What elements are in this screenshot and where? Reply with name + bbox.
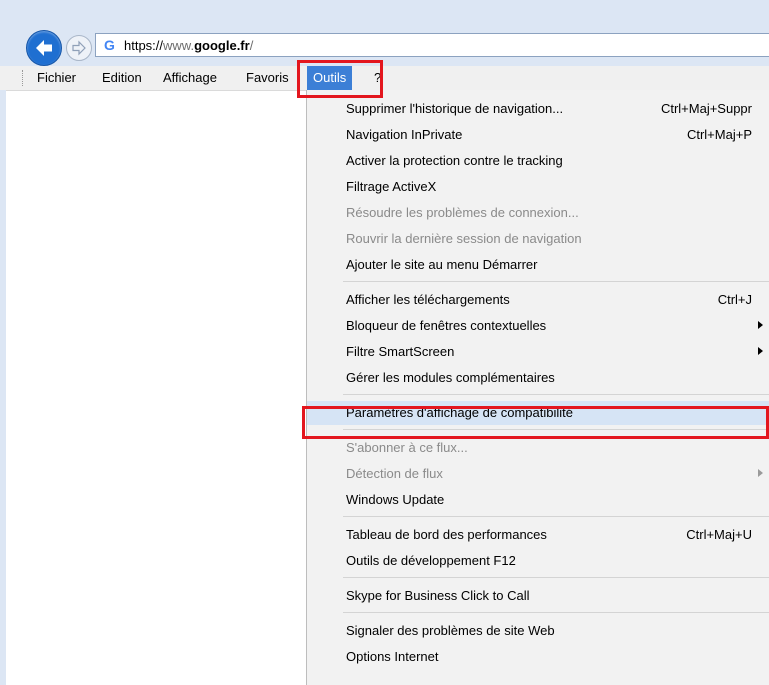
menu-item-label: Filtre SmartScreen [346,344,455,359]
menu-item-label: Filtrage ActiveX [346,179,437,194]
menu-item-shortcut: Ctrl+Maj+P [686,127,752,142]
menu-item: Rouvrir la dernière session de navigatio… [346,227,769,251]
menu-item-shortcut: Ctrl+Maj+Suppr [660,101,752,116]
address-input[interactable]: G https://www.google.fr/ [95,33,769,57]
submenu-arrow-icon [758,347,763,355]
menu-item: Résoudre les problèmes de connexion... [346,201,769,225]
menu-item-label: Signaler des problèmes de site Web [346,623,555,638]
menu-item-label: Skype for Business Click to Call [346,588,530,603]
menu-fichier[interactable]: Fichier [37,66,76,90]
menu-separator [343,394,769,395]
menu-affichage[interactable]: Affichage [163,66,217,90]
menu-item-label: Outils de développement F12 [346,553,516,568]
menu-edition[interactable]: Edition [102,66,142,90]
menu-item-label: Options Internet [346,649,439,664]
menu-item[interactable]: Gérer les modules complémentaires [346,366,769,390]
url-protocol: https:// [124,38,164,53]
menu-item: S'abonner à ce flux... [346,436,769,460]
back-arrow-icon [36,40,52,56]
menu-item-label: Gérer les modules complémentaires [346,370,555,385]
menu-item-label: Navigation InPrivate [346,127,463,142]
menu-separator [343,516,769,517]
menu-bar: Fichier Edition Affichage Favoris Outils… [0,66,769,91]
url-path: / [249,38,254,53]
menu-item[interactable]: Skype for Business Click to Call [346,584,769,608]
menu-item[interactable]: Signaler des problèmes de site Web [346,619,769,643]
menu-separator [343,612,769,613]
menu-item-label: Résoudre les problèmes de connexion... [346,205,579,220]
menu-item[interactable]: Filtrage ActiveX [346,175,769,199]
menu-item[interactable]: Supprimer l'historique de navigation... C… [346,97,769,121]
url-subdomain: www. [163,38,195,53]
menu-item[interactable]: Filtre SmartScreen [346,340,769,364]
url-domain: google.fr [194,38,250,53]
menu-item-label: Détection de flux [346,466,443,481]
menu-favoris[interactable]: Favoris [246,66,289,90]
menu-item-label: Bloqueur de fenêtres contextuelles [346,318,547,333]
menu-item-label: Activer la protection contre le tracking [346,153,563,168]
menu-item-label: Supprimer l'historique de navigation... [346,101,564,116]
tools-menu: Supprimer l'historique de navigation... C… [306,90,769,685]
navigation-bar: G https://www.google.fr/ [0,0,769,66]
menu-item: Détection de flux [346,462,769,486]
menu-item-label: Windows Update [346,492,445,507]
submenu-arrow-icon [758,321,763,329]
menu-separator [343,577,769,578]
compatibility-highlight-box [302,406,769,439]
menu-item-label: Rouvrir la dernière session de navigatio… [346,231,582,246]
menu-item-shortcut: Ctrl+Maj+U [686,527,752,542]
menu-item[interactable]: Tableau de bord des performances Ctrl+Maj… [346,523,769,547]
menu-item-label: Tableau de bord des performances [346,527,547,542]
menu-item[interactable]: Windows Update [346,488,769,512]
forward-arrow-icon [72,40,86,56]
submenu-arrow-icon [758,469,763,477]
menu-item[interactable]: Ajouter le site au menu Démarrer [346,253,769,277]
google-g-icon: G [104,37,115,53]
back-button[interactable] [26,30,62,66]
menu-item[interactable]: Outils de développement F12 [346,549,769,573]
menu-item[interactable]: Bloqueur de fenêtres contextuelles [346,314,769,338]
menu-separator [343,281,769,282]
menu-item[interactable]: Navigation InPrivate Ctrl+Maj+P [346,123,769,147]
menu-item-label: S'abonner à ce flux... [346,440,468,455]
menu-item[interactable]: Afficher les téléchargements Ctrl+J [346,288,769,312]
menu-item-label: Ajouter le site au menu Démarrer [346,257,538,272]
menu-item[interactable]: Activer la protection contre le tracking [346,149,769,173]
window-edge [0,90,6,685]
menu-item[interactable]: Options Internet [346,645,769,669]
url-text: https://www.google.fr/ [124,38,253,53]
forward-button[interactable] [66,35,92,61]
toolbar-grip[interactable] [22,70,26,86]
outils-highlight-box [297,60,383,98]
menu-item-shortcut: Ctrl+J [717,292,752,307]
menu-item-label: Afficher les téléchargements [346,292,510,307]
